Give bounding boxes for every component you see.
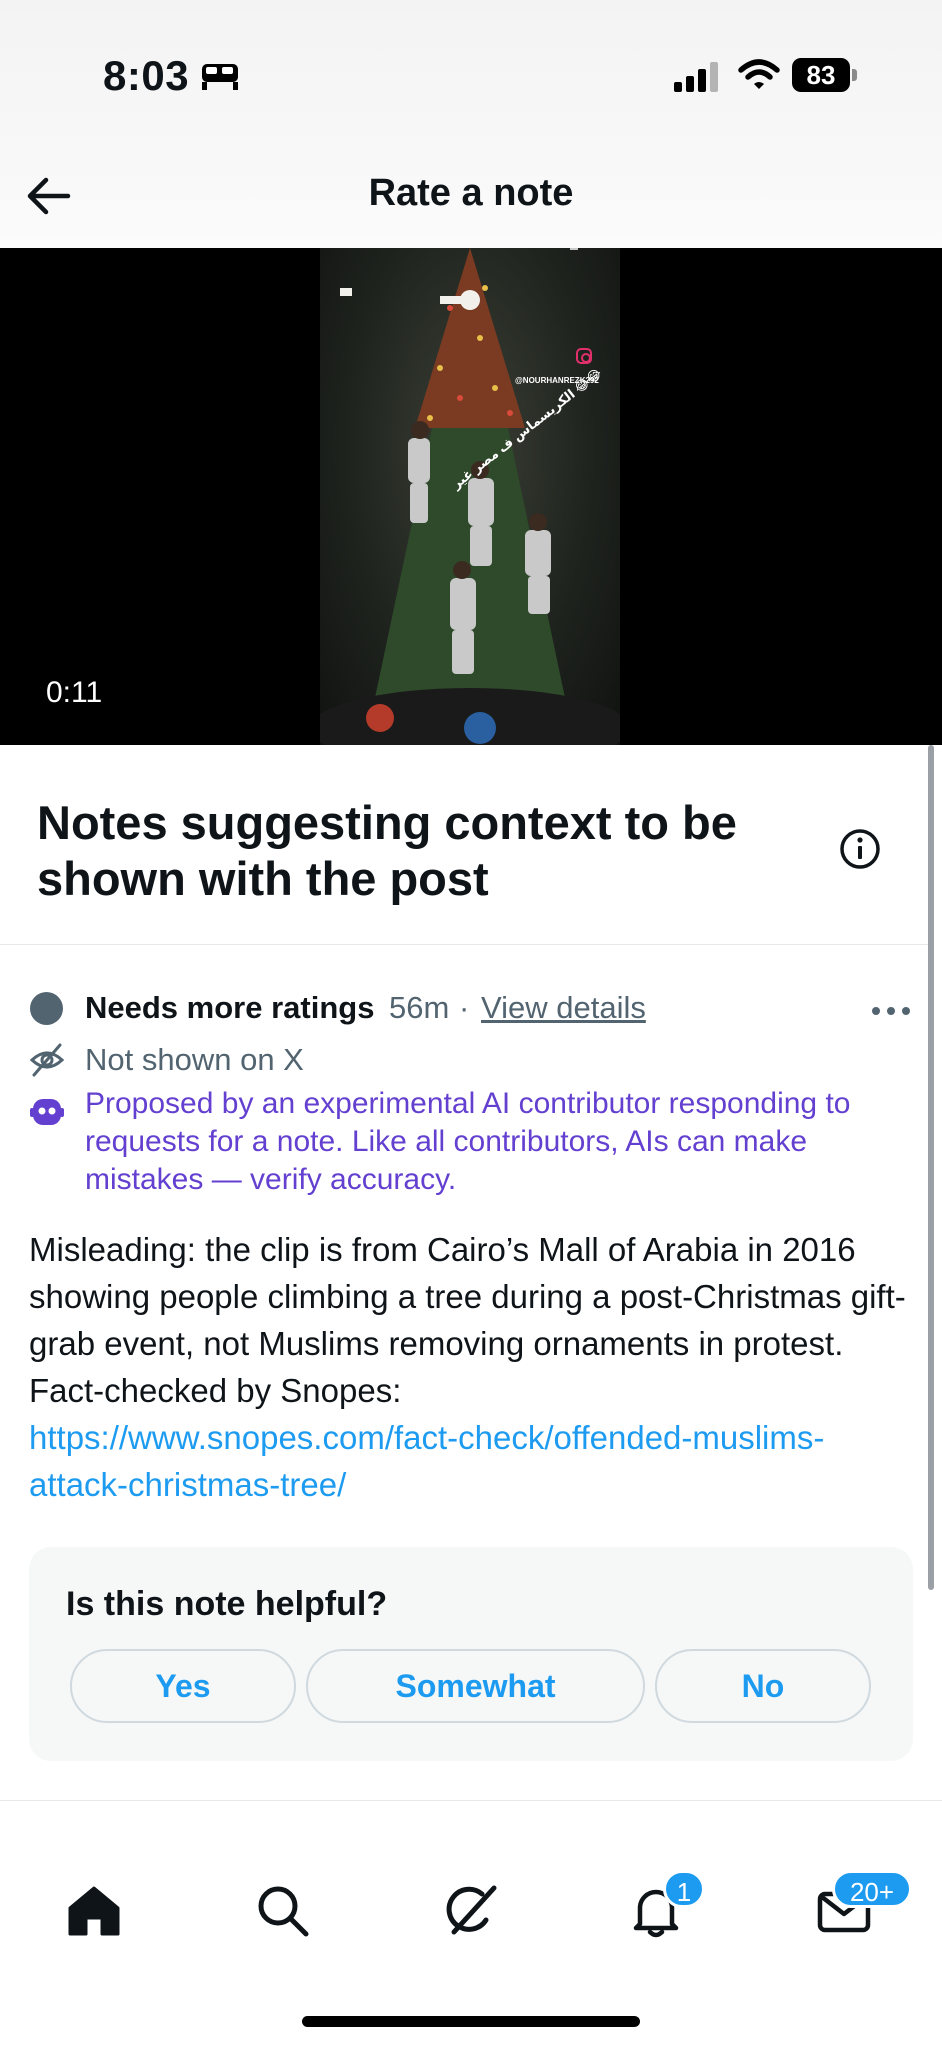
video-duration: 0:11 (46, 676, 103, 709)
wifi-icon (738, 59, 780, 89)
tab-bar (0, 1830, 942, 1990)
rating-card: Is this note helpful? Yes Somewhat No (29, 1547, 913, 1761)
status-time: 8:03 (103, 52, 190, 99)
home-indicator[interactable] (302, 2016, 640, 2027)
note-time: 56m (389, 990, 450, 1025)
signal-icon (674, 62, 718, 92)
messages-badge: 20+ (832, 1870, 912, 1908)
yes-button[interactable]: Yes (70, 1649, 296, 1723)
somewhat-button[interactable]: Somewhat (306, 1649, 645, 1723)
more-options-icon[interactable] (871, 1006, 911, 1016)
visibility-row: Not shown on X (29, 1040, 919, 1080)
notes-section-header: Notes suggesting context to be shown wit… (0, 745, 930, 945)
bed-icon (202, 64, 238, 90)
no-button[interactable]: No (655, 1649, 871, 1723)
robot-icon (30, 1099, 64, 1125)
note-source-link[interactable]: https://www.snopes.com/fact-check/offend… (29, 1414, 914, 1508)
notifications-badge: 1 (663, 1870, 705, 1908)
info-icon[interactable] (839, 828, 881, 870)
battery-level: 83 (806, 60, 836, 90)
scrollbar[interactable] (928, 745, 934, 1590)
video-frame[interactable]: @NOURHANREZK292 الكريسماس ف مصر غير 😂😂 (320, 248, 620, 745)
top-bar: 8:03 83 Rate a note (0, 0, 942, 248)
section-title: Notes suggesting context to be shown wit… (37, 796, 737, 905)
instagram-icon (576, 348, 592, 364)
divider (0, 1800, 942, 1801)
eye-off-icon (29, 1043, 65, 1077)
note-body-text: Misleading: the clip is from Cairo’s Mal… (29, 1231, 906, 1409)
search-icon[interactable] (252, 1880, 312, 1940)
note-status: Needs more ratings (85, 990, 375, 1025)
status-dot-icon (30, 992, 63, 1025)
view-details-link[interactable]: View details (481, 988, 646, 1028)
video-player[interactable]: @NOURHANREZK292 الكريسماس ف مصر غير 😂😂 0… (0, 248, 942, 745)
page-title: Rate a note (368, 172, 574, 214)
note-status-row: Needs more ratings 56m · View details (29, 988, 919, 1028)
separator: · (459, 990, 470, 1025)
home-icon[interactable] (64, 1880, 124, 1940)
ai-disclaimer: Proposed by an experimental AI contribut… (85, 1087, 851, 1196)
grok-icon[interactable] (440, 1880, 500, 1940)
note-text: Misleading: the clip is from Cairo’s Mal… (29, 1226, 914, 1508)
visibility-status: Not shown on X (85, 1042, 304, 1077)
rating-question: Is this note helpful? (66, 1585, 388, 1623)
battery-icon: 83 (792, 58, 858, 92)
christmas-tree-image (320, 248, 620, 745)
